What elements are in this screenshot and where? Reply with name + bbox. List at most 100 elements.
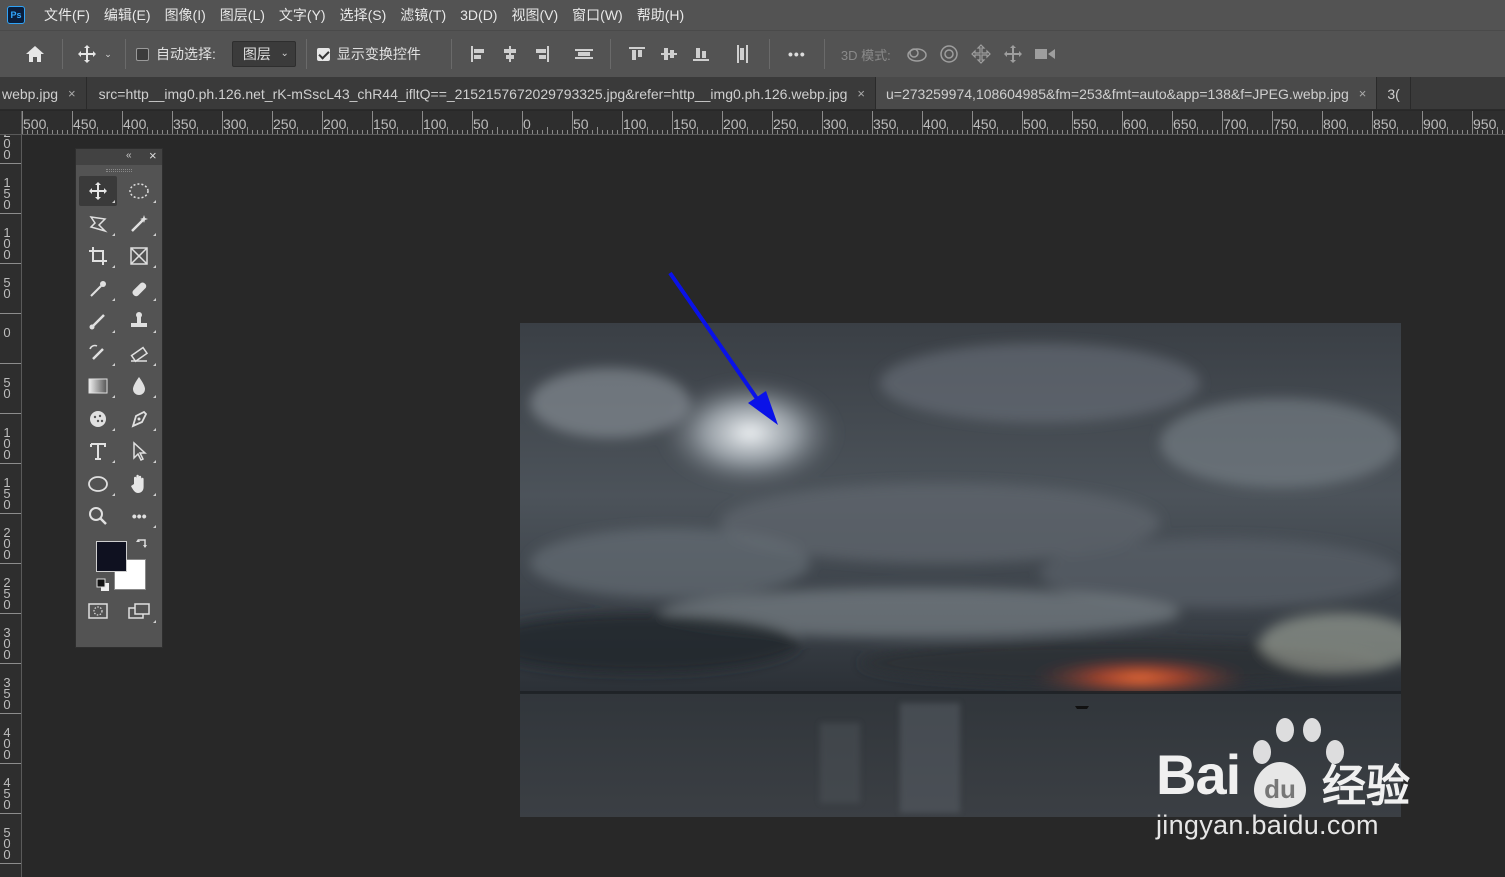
drag-handle[interactable] [76, 165, 162, 175]
ruler-minor-tick [1437, 130, 1438, 134]
ruler-minor-tick [1452, 130, 1453, 134]
menu-select[interactable]: 选择(S) [333, 0, 394, 30]
home-icon[interactable] [18, 44, 52, 64]
default-colors-icon[interactable] [96, 578, 110, 592]
orbit-3d-icon[interactable] [901, 39, 933, 69]
quick-mask-icon[interactable] [79, 596, 117, 626]
layer-select-value: 图层 [242, 46, 271, 62]
menu-window[interactable]: 窗口(W) [565, 0, 630, 30]
menu-filter[interactable]: 滤镜(T) [393, 0, 453, 30]
menu-type[interactable]: 文字(Y) [272, 0, 333, 30]
ruler-minor-tick [1007, 130, 1008, 134]
zoom-icon[interactable] [79, 501, 117, 531]
tab-document-4[interactable]: 3( [1377, 77, 1411, 109]
healing-brush-icon[interactable] [121, 274, 159, 304]
crop-icon[interactable] [79, 241, 117, 271]
tab-document-2[interactable]: src=http__img0.ph.126.net_rK-mSscL43_chR… [87, 77, 876, 109]
ruler-minor-tick [1202, 130, 1203, 134]
menu-edit[interactable]: 编辑(E) [97, 0, 158, 30]
screen-mode-icon[interactable] [121, 596, 159, 626]
gradient-icon[interactable] [79, 371, 117, 401]
ruler-minor-tick [297, 127, 298, 134]
menu-file[interactable]: 文件(F) [37, 0, 97, 30]
menu-help[interactable]: 帮助(H) [630, 0, 691, 30]
align-top-edges-icon[interactable] [621, 39, 653, 69]
ruler-minor-tick [407, 130, 408, 134]
tools-panel-header[interactable]: « × [76, 148, 162, 165]
more-tools-icon[interactable]: ••• [121, 501, 159, 531]
vertical-ruler[interactable]: 2 0 0 1 5 0 1 0 0 5 0 0 5 0 1 0 0 1 5 0 2 0 0 2 5… [0, 135, 22, 877]
align-bottom-edges-icon[interactable] [685, 39, 717, 69]
hand-icon[interactable] [121, 469, 159, 499]
slide-3d-icon[interactable] [997, 39, 1029, 69]
history-brush-icon[interactable] [79, 339, 117, 369]
ruler-minor-tick [1337, 130, 1338, 134]
horizontal-ruler[interactable]: 500 450 400 350 300 250 200 150 100 50 0 50 100 150 20… [22, 111, 1505, 135]
align-horizontal-centers-icon[interactable] [494, 39, 526, 69]
menu-view[interactable]: 视图(V) [504, 0, 565, 30]
menu-3d[interactable]: 3D(D) [453, 0, 504, 30]
ruler-tick [0, 763, 21, 764]
roll-3d-icon[interactable] [933, 39, 965, 69]
menu-layer[interactable]: 图层(L) [213, 0, 272, 30]
ruler-label: 1 5 0 [3, 175, 11, 212]
chevron-down-icon[interactable]: ⌄ [101, 49, 115, 60]
ruler-minor-tick [697, 127, 698, 134]
align-right-edges-icon[interactable] [526, 39, 558, 69]
layer-select-dropdown[interactable]: 图层 ⌄ [231, 41, 296, 67]
close-icon[interactable]: × [1359, 86, 1367, 101]
sponge-icon[interactable] [79, 404, 117, 434]
align-left-edges-icon[interactable] [462, 39, 494, 69]
watermark-url: jingyan.baidu.com [1156, 810, 1379, 840]
align-vertical-centers-icon[interactable] [653, 39, 685, 69]
show-transform-checkbox[interactable] [316, 47, 330, 61]
path-selection-icon[interactable] [121, 436, 159, 466]
distribute-horizontal-icon[interactable] [727, 39, 759, 69]
ruler-minor-tick [1462, 130, 1463, 134]
close-icon[interactable]: × [149, 148, 157, 163]
brush-icon[interactable] [79, 306, 117, 336]
ruler-minor-tick [167, 130, 168, 134]
close-icon[interactable]: × [857, 86, 865, 101]
ruler-minor-tick [1082, 130, 1083, 134]
eyedropper-icon[interactable] [79, 274, 117, 304]
tab-document-1[interactable]: webp.jpg × [0, 77, 87, 109]
scale-3d-icon[interactable] [1029, 39, 1061, 69]
foreground-color-swatch[interactable] [96, 540, 127, 572]
blur-drop-icon[interactable] [121, 371, 159, 401]
ruler-tick [0, 413, 21, 414]
clone-stamp-icon[interactable] [121, 306, 159, 336]
ruler-minor-tick [1207, 130, 1208, 134]
move-tool-icon[interactable] [79, 176, 117, 207]
pen-icon[interactable] [121, 404, 159, 434]
ellipse-shape-icon[interactable] [79, 469, 117, 499]
swap-colors-icon[interactable] [135, 537, 149, 551]
move-tool-icon[interactable] [73, 44, 101, 64]
pan-3d-icon[interactable] [965, 39, 997, 69]
eraser-icon[interactable] [121, 339, 159, 369]
tab-document-3[interactable]: u=273259974,108604985&fm=253&fmt=auto&ap… [876, 77, 1378, 109]
collapse-icon[interactable]: « [126, 150, 132, 161]
ruler-minor-tick [262, 130, 263, 134]
more-options-icon[interactable]: ••• [780, 46, 814, 62]
document-tabs: webp.jpg × src=http__img0.ph.126.net_rK-… [0, 77, 1505, 110]
elliptical-marquee-icon[interactable] [121, 176, 159, 206]
ruler-tick [0, 563, 21, 564]
ruler-minor-tick [107, 130, 108, 134]
close-icon[interactable]: × [68, 86, 76, 101]
ruler-minor-tick [512, 130, 513, 134]
type-icon[interactable] [79, 436, 117, 466]
ruler-minor-tick [1277, 130, 1278, 134]
magic-wand-icon[interactable] [121, 209, 159, 239]
ruler-minor-tick [427, 130, 428, 134]
frame-icon[interactable] [121, 241, 159, 271]
ruler-minor-tick [877, 130, 878, 134]
menu-image[interactable]: 图像(I) [158, 0, 213, 30]
lasso-icon[interactable] [79, 209, 117, 239]
auto-select-checkbox[interactable] [136, 47, 149, 61]
separator [62, 39, 63, 69]
ruler-corner[interactable] [0, 111, 22, 135]
ruler-minor-tick [652, 130, 653, 134]
ruler-minor-tick [1177, 130, 1178, 134]
distribute-vertical-icon[interactable] [568, 39, 600, 69]
